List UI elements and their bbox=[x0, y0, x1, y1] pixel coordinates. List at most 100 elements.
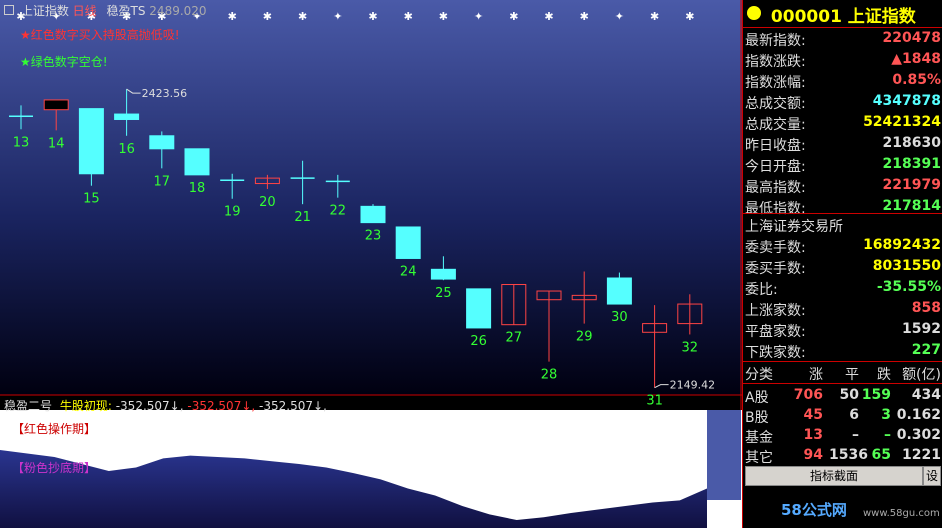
quote-row: 指数涨幅: 0.85% bbox=[743, 70, 942, 91]
candle-label: 30 bbox=[611, 310, 628, 325]
table-cell-cat: 其它 bbox=[745, 450, 773, 466]
table-header-cell: 分类 bbox=[745, 367, 773, 383]
quote-value: 16892432 bbox=[863, 237, 941, 253]
quote-label: 昨日收盘: bbox=[745, 138, 806, 154]
quote-value: 221979 bbox=[882, 177, 941, 193]
chart-header: 上证指数 日线 稳盈TS 2489.020 bbox=[4, 2, 207, 19]
table-cell-flat: 50 bbox=[839, 387, 859, 403]
top-marker: ✱ bbox=[368, 10, 377, 23]
quote-value: ▲1848 bbox=[891, 51, 941, 67]
quote-value: 52421324 bbox=[863, 114, 941, 130]
table-cell-up: 94 bbox=[803, 447, 823, 463]
quote-label: 平盘家数: bbox=[745, 324, 806, 340]
quote-label: 总成交量: bbox=[745, 117, 806, 133]
candle-body bbox=[606, 277, 632, 305]
exchange-row: 上海证券交易所 bbox=[743, 214, 942, 235]
candle-label: 16 bbox=[118, 142, 135, 157]
table-cell-amt: 1221 bbox=[902, 447, 941, 463]
table-cell-down: – bbox=[884, 427, 891, 443]
top-marker: ✱ bbox=[544, 10, 553, 23]
quote-value: 858 bbox=[911, 300, 941, 316]
table-cell-up: 45 bbox=[803, 407, 823, 423]
quote-value: 220478 bbox=[882, 30, 941, 46]
candle-label: 27 bbox=[506, 331, 523, 346]
close-box-icon[interactable] bbox=[4, 5, 14, 15]
pink-phase-label: 【粉色抄底期】 bbox=[12, 461, 97, 475]
candle-body bbox=[149, 135, 175, 150]
quote-row: 下跌家数: 227 bbox=[743, 340, 942, 361]
table-cell-cat: A股 bbox=[745, 390, 769, 406]
quote-label: 最高指数: bbox=[745, 180, 806, 196]
kline-chart[interactable]: ✱ ✦ ✱ ✱ ✱ ✦ ✱ ✱ ✱ ✦ ✱ ✱ ✱ ✦ ✱ ✱ ✱ ✦ ✱ ✱13 14151617 18192021 22… bbox=[0, 0, 742, 528]
chart-panel[interactable]: ✱ ✦ ✱ ✱ ✱ ✦ ✱ ✱ ✱ ✦ ✱ ✱ ✱ ✦ ✱ ✱ ✱ ✦ ✱ ✱ 13 14 15 16 17 18 19 20 21 22… bbox=[0, 0, 742, 528]
quote-label: 委比: bbox=[745, 282, 778, 298]
top-marker: ✱ bbox=[404, 10, 413, 23]
watermark-logo: 58公式网 bbox=[781, 501, 847, 519]
table-cell-up: 706 bbox=[793, 387, 823, 403]
table-cell-up: 13 bbox=[803, 427, 823, 443]
table-header-cell: 平 bbox=[845, 367, 859, 383]
candle-label: 17 bbox=[154, 174, 171, 189]
quote-value: 0.85% bbox=[892, 72, 941, 88]
table-header-cell: 额(亿) bbox=[902, 367, 941, 383]
candle-label: 24 bbox=[400, 264, 417, 279]
table-cell-down: 3 bbox=[881, 407, 891, 423]
quote-label: 指数涨幅: bbox=[745, 75, 806, 91]
top-marker: ✱ bbox=[228, 10, 237, 23]
candle-label: 14 bbox=[48, 136, 65, 151]
sub-chart-right-block bbox=[707, 410, 741, 500]
table-row: 基金 13– –0.302 bbox=[743, 425, 942, 446]
table-cell-amt: 434 bbox=[911, 387, 941, 403]
table-row: A股 706 50 159 434 bbox=[743, 385, 942, 406]
candle-body bbox=[184, 148, 210, 176]
settings-button[interactable]: 设 bbox=[923, 466, 941, 486]
candle-label: 29 bbox=[576, 330, 593, 345]
table-cell-flat: 6 bbox=[849, 407, 859, 423]
quote-row: 平盘家数: 1592 bbox=[743, 319, 942, 340]
candle-label: 31 bbox=[646, 394, 663, 409]
table-row: 其它 94 1536 65 1221 bbox=[743, 445, 942, 466]
quote-value: 217814 bbox=[882, 198, 941, 214]
quote-value: -35.55% bbox=[876, 279, 941, 295]
quote-row: 总成交额: 4347878 bbox=[743, 91, 942, 112]
quote-row: 上涨家数: 858 bbox=[743, 298, 942, 319]
quote-row: 委买手数: 8031550 bbox=[743, 256, 942, 277]
signal-value-1: -352.507↓, bbox=[115, 399, 184, 413]
quote-row: 指数涨跌: ▲1848 bbox=[743, 49, 942, 70]
indicator-section-button[interactable]: 指标截面 bbox=[745, 466, 923, 486]
table-cell-flat: 1536 bbox=[829, 447, 868, 463]
top-marker: ✱ bbox=[580, 10, 589, 23]
candle-body bbox=[430, 268, 456, 280]
quote-value: 4347878 bbox=[872, 93, 941, 109]
table-cell-cat: 基金 bbox=[745, 430, 773, 446]
top-marker: ✱ bbox=[650, 10, 659, 23]
quote-value: 218391 bbox=[882, 156, 941, 172]
low-annotation: 2149.42 bbox=[670, 379, 716, 392]
stock-code-name: 000001 上证指数 bbox=[770, 7, 916, 27]
quote-label: 委卖手数: bbox=[745, 240, 806, 256]
quote-value: 8031550 bbox=[872, 258, 941, 274]
red-note: ★红色数字买入持股高抛低吸! bbox=[20, 28, 180, 42]
quote-row: 昨日收盘: 218630 bbox=[743, 133, 942, 154]
candle-label: 22 bbox=[330, 204, 347, 219]
signal-value-3: -352.507↓, bbox=[259, 399, 327, 413]
top-marker: ✱ bbox=[685, 10, 694, 23]
sub-chart-header: 稳盈二号 牛股初现: -352.507↓, -352.507↓, -352.50… bbox=[4, 397, 327, 414]
indicator-name: 稳盈TS bbox=[106, 4, 146, 18]
candle-body bbox=[395, 226, 421, 259]
quote-row: 总成交量: 52421324 bbox=[743, 112, 942, 133]
candle-body bbox=[43, 99, 69, 111]
indicator-value: 2489.020 bbox=[149, 4, 207, 18]
quote-label: 下跌家数: bbox=[745, 345, 806, 361]
signal-value-2: -352.507↓, bbox=[187, 399, 256, 413]
quote-panel: 000001 上证指数 最新指数: 220478 指数涨跌: ▲1848 指数涨幅: 0.… bbox=[742, 0, 942, 528]
candle-label: 25 bbox=[435, 286, 452, 301]
refresh-icon[interactable] bbox=[747, 6, 761, 20]
table-header: 分类 涨 平 跌额(亿) bbox=[743, 362, 942, 384]
period-label[interactable]: 日线 bbox=[73, 4, 97, 18]
quote-row: 最高指数: 221979 bbox=[743, 175, 942, 196]
candle-label: 32 bbox=[682, 340, 699, 355]
quote-value: 1592 bbox=[902, 321, 941, 337]
candle-body bbox=[78, 108, 104, 175]
candle-label: 13 bbox=[13, 135, 30, 150]
